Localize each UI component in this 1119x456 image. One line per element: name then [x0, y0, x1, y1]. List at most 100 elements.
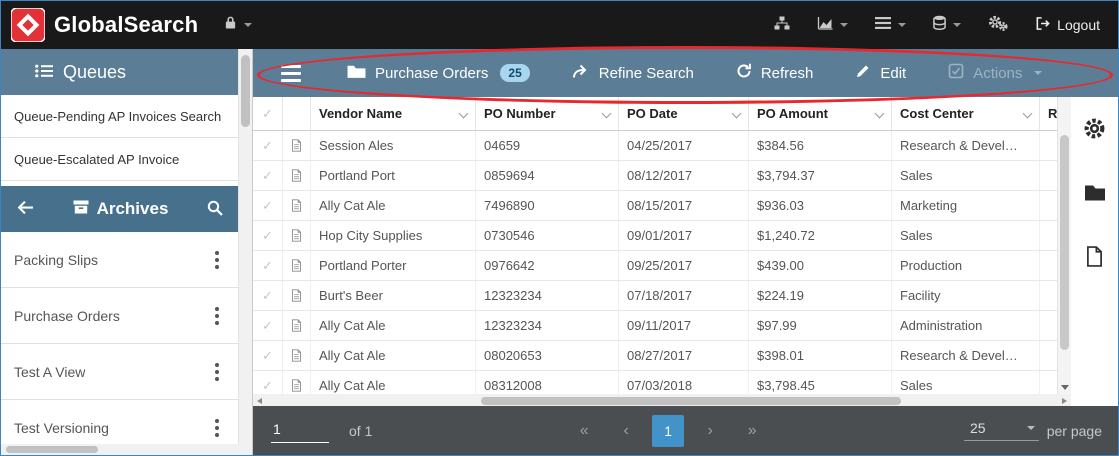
- item-options-kebab-button[interactable]: [209, 414, 225, 442]
- chevron-down-icon[interactable]: [732, 109, 742, 119]
- scroll-right-arrow[interactable]: [1062, 398, 1067, 404]
- page-1-button[interactable]: 1: [652, 415, 684, 447]
- scroll-down-arrow[interactable]: [1061, 385, 1069, 390]
- lock-security-menu-button[interactable]: [224, 15, 252, 35]
- cell-po-amount[interactable]: $3,794.37: [749, 161, 892, 190]
- row-select-check[interactable]: ✓: [253, 341, 283, 370]
- row-select-check[interactable]: ✓: [253, 161, 283, 190]
- item-options-kebab-button[interactable]: [209, 358, 225, 386]
- table-row[interactable]: ✓Hop City Supplies073054609/01/2017$1,24…: [253, 221, 1071, 251]
- table-row[interactable]: ✓ Portland Port085969408/12/2017$3,794.37…: [253, 161, 1071, 191]
- cell-cost-center[interactable]: Administration: [892, 311, 1040, 340]
- row-select-check[interactable]: ✓: [253, 311, 283, 340]
- cell-po-amount[interactable]: $439.00: [749, 251, 892, 280]
- document-icon[interactable]: [283, 131, 311, 160]
- row-select-check[interactable]: ✓: [253, 131, 283, 160]
- cell-cost-center[interactable]: Research & Devel…: [892, 131, 1040, 160]
- column-header-po-amount[interactable]: PO Amount: [749, 97, 892, 130]
- cell-po-amount[interactable]: $97.99: [749, 311, 892, 340]
- cell-vendor-name[interactable]: Ally Cat Ale: [311, 371, 476, 394]
- archive-item[interactable]: Test A View: [1, 344, 239, 400]
- cell-cost-center[interactable]: Research & Devel…: [892, 341, 1040, 370]
- row-select-check[interactable]: ✓: [253, 281, 283, 310]
- cell-po-number[interactable]: 08312008: [476, 371, 619, 394]
- cell-cost-center[interactable]: Marketing: [892, 191, 1040, 220]
- scroll-left-arrow[interactable]: [257, 398, 262, 404]
- settings-gears-button[interactable]: [988, 15, 1008, 36]
- table-row[interactable]: ✓Session Ales0465904/25/2017$384.56Resea…: [253, 131, 1071, 161]
- chevron-down-icon[interactable]: [602, 109, 612, 119]
- document-icon[interactable]: [283, 161, 311, 190]
- cell-po-number[interactable]: 12323234: [476, 281, 619, 310]
- cell-cost-center[interactable]: Facility: [892, 281, 1040, 310]
- cell-po-date[interactable]: 07/03/2018: [619, 371, 749, 394]
- document-icon[interactable]: [283, 371, 311, 394]
- cell-po-number[interactable]: 0730546: [476, 221, 619, 250]
- refine-search-button[interactable]: Refine Search: [572, 64, 694, 83]
- cell-cost-center[interactable]: Sales: [892, 371, 1040, 394]
- table-row[interactable]: ✓Portland Porter097664209/25/2017$439.00…: [253, 251, 1071, 281]
- cell-po-number[interactable]: 12323234: [476, 311, 619, 340]
- scrollbar-thumb[interactable]: [6, 446, 98, 453]
- item-options-kebab-button[interactable]: [209, 246, 225, 274]
- cell-po-amount[interactable]: $3,798.45: [749, 371, 892, 394]
- cell-cost-center[interactable]: Production: [892, 251, 1040, 280]
- cell-po-date[interactable]: 09/11/2017: [619, 311, 749, 340]
- document-icon[interactable]: [283, 341, 311, 370]
- cell-vendor-name[interactable]: Ally Cat Ale: [311, 341, 476, 370]
- first-page-button[interactable]: «: [568, 415, 600, 447]
- queue-item[interactable]: Queue-Escalated AP Invoice: [1, 138, 239, 181]
- archive-item[interactable]: Purchase Orders: [1, 288, 239, 344]
- row-select-check[interactable]: ✓: [253, 371, 283, 394]
- chevron-down-icon[interactable]: [875, 109, 885, 119]
- cell-po-date[interactable]: 07/18/2017: [619, 281, 749, 310]
- document-icon[interactable]: [283, 281, 311, 310]
- table-vertical-scrollbar[interactable]: [1057, 97, 1071, 394]
- cell-po-date[interactable]: 09/25/2017: [619, 251, 749, 280]
- page-size-select[interactable]: 25: [964, 420, 1039, 441]
- cell-po-date[interactable]: 04/25/2017: [619, 131, 749, 160]
- brand-home-link[interactable]: GlobalSearch: [1, 8, 198, 42]
- table-row[interactable]: ✓Ally Cat Ale749689008/15/2017$936.03Mar…: [253, 191, 1071, 221]
- table-row[interactable]: ✓Ally Cat Ale1232323409/11/2017$97.99Adm…: [253, 311, 1071, 341]
- scrollbar-thumb[interactable]: [241, 55, 250, 127]
- cell-po-number[interactable]: 0976642: [476, 251, 619, 280]
- table-row[interactable]: ✓ Ally Cat Ale0802065308/27/2017$398.01Re…: [253, 341, 1071, 371]
- cell-po-date[interactable]: 08/12/2017: [619, 161, 749, 190]
- cell-po-number[interactable]: 0859694: [476, 161, 619, 190]
- cell-po-number[interactable]: 08020653: [476, 341, 619, 370]
- archive-item[interactable]: Packing Slips: [1, 232, 239, 288]
- database-menu-button[interactable]: [933, 15, 961, 35]
- cell-vendor-name[interactable]: Burt's Beer: [311, 281, 476, 310]
- cell-po-amount[interactable]: $936.03: [749, 191, 892, 220]
- prev-page-button[interactable]: ‹: [610, 415, 642, 447]
- queue-item[interactable]: Queue-Pending AP Invoices Search: [1, 95, 239, 138]
- cell-vendor-name[interactable]: Portland Porter: [311, 251, 476, 280]
- cell-po-number[interactable]: 04659: [476, 131, 619, 160]
- document-icon[interactable]: [283, 191, 311, 220]
- scrollbar-thumb[interactable]: [1060, 135, 1069, 350]
- table-row[interactable]: ✓ Ally Cat Ale0831200807/03/2018$3,798.45…: [253, 371, 1071, 394]
- sidebar-horizontal-scrollbar[interactable]: [1, 444, 239, 455]
- cell-po-date[interactable]: 08/27/2017: [619, 341, 749, 370]
- hamburger-menu-button[interactable]: [277, 61, 305, 86]
- cell-po-amount[interactable]: $224.19: [749, 281, 892, 310]
- edit-button[interactable]: Edit: [855, 63, 906, 83]
- column-header-vendor-name[interactable]: Vendor Name: [311, 97, 476, 130]
- sidebar-vertical-scrollbar[interactable]: [238, 49, 252, 455]
- chevron-down-icon[interactable]: [459, 109, 469, 119]
- select-all-checkbox[interactable]: ✓: [253, 97, 283, 130]
- cell-vendor-name[interactable]: Portland Port: [311, 161, 476, 190]
- cell-po-amount[interactable]: $398.01: [749, 341, 892, 370]
- reports-menu-button[interactable]: [817, 16, 848, 35]
- queues-header[interactable]: Queues: [1, 49, 239, 95]
- scrollbar-thumb[interactable]: [481, 397, 901, 405]
- document-view-button[interactable]: [1086, 246, 1103, 270]
- back-arrow-button[interactable]: [17, 200, 34, 218]
- cell-cost-center[interactable]: Sales: [892, 161, 1040, 190]
- page-number-input[interactable]: 1: [271, 419, 329, 443]
- archive-folder-button[interactable]: [1084, 182, 1106, 206]
- cell-vendor-name[interactable]: Session Ales: [311, 131, 476, 160]
- last-page-button[interactable]: »: [736, 415, 768, 447]
- chevron-down-icon[interactable]: [1023, 109, 1033, 119]
